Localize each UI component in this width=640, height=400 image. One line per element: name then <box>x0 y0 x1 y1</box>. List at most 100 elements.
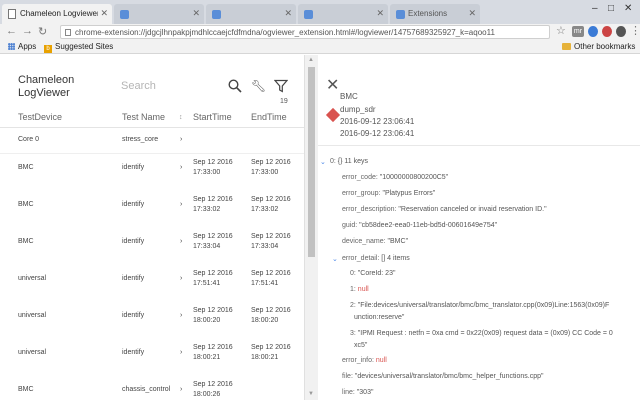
table-row[interactable]: BMC identify › Sep 12 2016 17:33:02 Sep … <box>0 195 304 229</box>
scroll-down-icon[interactable]: ▼ <box>308 391 314 397</box>
json-value: unction:reserve" <box>354 314 405 321</box>
column-header-starttime[interactable]: StartTime <box>193 112 232 122</box>
close-tab-icon[interactable]: ✕ <box>192 8 200 19</box>
column-header-testdevice[interactable]: TestDevice <box>18 112 62 122</box>
json-line: error_info: null <box>342 357 387 364</box>
search-icon[interactable] <box>228 79 242 93</box>
tab-extensions[interactable]: Extensions ✕ <box>390 4 480 24</box>
tab-2[interactable]: ✕ <box>114 4 204 24</box>
json-line: xc5" <box>354 342 367 349</box>
maximize-icon[interactable]: □ <box>608 3 614 14</box>
cell-start: Sep 12 2016 18:00:21 <box>193 344 233 361</box>
cell-end: Sep 12 2016 18:00:20 <box>251 307 291 324</box>
minimize-icon[interactable]: – <box>592 3 598 14</box>
page-icon <box>65 29 71 36</box>
json-line: error_description: "Reservation canceled… <box>342 206 547 213</box>
json-value: [] 4 items <box>381 255 410 262</box>
cell-end: Sep 12 2016 17:33:00 <box>251 159 291 176</box>
json-key: 0: <box>350 270 358 277</box>
address-bar[interactable]: chrome-extension://jdgcjlhnpakpjmdhlccae… <box>60 25 550 39</box>
tab-chameleon-logviewer[interactable]: Chameleon Logviewer ✕ <box>2 4 112 24</box>
table-row[interactable]: universal identify › Sep 12 2016 18:00:2… <box>0 306 304 340</box>
json-line: error_code: "10000000800200C5" <box>342 174 448 181</box>
forward-icon[interactable]: → <box>22 25 33 37</box>
json-line[interactable]: 0: {} 11 keys <box>330 158 368 165</box>
cell-device: BMC <box>18 386 34 393</box>
json-line: 2: "File:devices/universal/translator/bm… <box>350 302 609 309</box>
expand-toggle-icon[interactable]: ⌄ <box>332 255 338 263</box>
bookmark-suggested-sites[interactable]: b Suggested Sites <box>44 42 113 53</box>
page-icon <box>304 10 313 19</box>
detail-test: dump_sdr <box>340 105 376 114</box>
row-chevron-icon: › <box>180 349 183 356</box>
cell-end: Sep 12 2016 17:33:04 <box>251 233 291 250</box>
bookmark-apps[interactable]: Apps <box>8 42 36 51</box>
row-chevron-icon: › <box>180 136 183 143</box>
sort-indicator-icon[interactable]: ↕ <box>179 114 183 121</box>
close-tab-icon[interactable]: ✕ <box>100 8 108 19</box>
menu-icon[interactable]: ⋮ <box>630 24 640 37</box>
bookmark-star-icon[interactable]: ☆ <box>556 24 566 37</box>
json-key: error_group: <box>342 190 383 197</box>
cell-test: stress_core <box>122 136 159 143</box>
table-row[interactable]: BMC identify › Sep 12 2016 17:33:00 Sep … <box>0 158 304 192</box>
apps-grid-icon <box>8 43 15 50</box>
table-row[interactable]: Core 0 stress_core › <box>0 135 304 155</box>
cell-device: universal <box>18 275 47 282</box>
table-row[interactable]: universal identify › Sep 12 2016 18:00:2… <box>0 343 304 377</box>
close-tab-icon[interactable]: ✕ <box>468 8 476 19</box>
json-key: guid: <box>342 222 360 229</box>
tab-4[interactable]: ✕ <box>298 4 388 24</box>
list-scrollbar[interactable]: ▲ ▼ <box>304 55 318 400</box>
scrollbar-thumb[interactable] <box>308 67 315 257</box>
extension-icon[interactable] <box>602 26 612 37</box>
row-chevron-icon: › <box>180 238 183 245</box>
reload-icon[interactable]: ↻ <box>38 25 47 38</box>
expand-toggle-icon[interactable]: ⌄ <box>320 158 326 166</box>
scroll-up-icon[interactable]: ▲ <box>308 57 314 63</box>
detail-divider <box>318 145 640 146</box>
row-chevron-icon: › <box>180 164 183 171</box>
json-line: 3: "IPMI Request : netfn = 0xa cmd = 0x2… <box>350 330 613 337</box>
row-divider <box>0 153 304 154</box>
cell-test: identify <box>122 275 145 282</box>
folder-icon <box>562 43 571 50</box>
back-icon[interactable]: ← <box>6 25 17 37</box>
cell-test: identify <box>122 349 145 356</box>
filter-icon[interactable] <box>274 79 288 93</box>
column-header-testname[interactable]: Test Name <box>122 112 165 122</box>
json-value: "10000000800200C5" <box>379 174 449 181</box>
json-key: error_detail: <box>342 255 382 262</box>
json-value: {} 11 keys <box>337 158 369 165</box>
close-tab-icon[interactable]: ✕ <box>284 8 292 19</box>
row-chevron-icon: › <box>180 201 183 208</box>
close-window-icon[interactable]: ✕ <box>624 3 632 14</box>
cell-test: identify <box>122 201 145 208</box>
error-status-icon <box>325 107 341 123</box>
bookmark-other[interactable]: Other bookmarks <box>562 42 635 51</box>
page-icon <box>212 10 221 19</box>
detail-end: 2016-09-12 23:06:41 <box>340 129 415 138</box>
column-header-endtime[interactable]: EndTime <box>251 112 287 122</box>
table-row[interactable]: BMC chassis_control › Sep 12 2016 18:00:… <box>0 380 304 400</box>
extension-mr-icon[interactable]: mr <box>572 26 584 37</box>
log-list-panel: Chameleon LogViewer Search 🔧︎ 19 TestDev… <box>0 55 304 400</box>
table-row[interactable]: BMC identify › Sep 12 2016 17:33:04 Sep … <box>0 232 304 266</box>
wrench-icon[interactable]: 🔧︎ <box>251 79 266 93</box>
json-value: "cb58dee2-eea0-11eb-bd5d-00601649e754" <box>359 222 498 229</box>
json-line[interactable]: error_detail: [] 4 items <box>342 255 410 262</box>
extension-icon[interactable] <box>588 26 598 37</box>
extension-icon[interactable] <box>616 26 626 37</box>
close-tab-icon[interactable]: ✕ <box>376 8 384 19</box>
close-detail-icon[interactable]: ✕ <box>326 75 339 95</box>
search-input[interactable]: Search <box>121 80 156 92</box>
url-text: chrome-extension://jdgcjlhnpakpjmdhlccae… <box>75 28 495 37</box>
table-row[interactable]: universal identify › Sep 12 2016 17:51:4… <box>0 269 304 303</box>
json-key: 1: <box>350 286 358 293</box>
tab-3[interactable]: ✕ <box>206 4 296 24</box>
page-icon <box>8 9 16 19</box>
cell-test: identify <box>122 238 145 245</box>
json-line: 0: "CoreId: 23" <box>350 270 395 277</box>
row-chevron-icon: › <box>180 386 183 393</box>
json-key: 0: <box>330 158 338 165</box>
